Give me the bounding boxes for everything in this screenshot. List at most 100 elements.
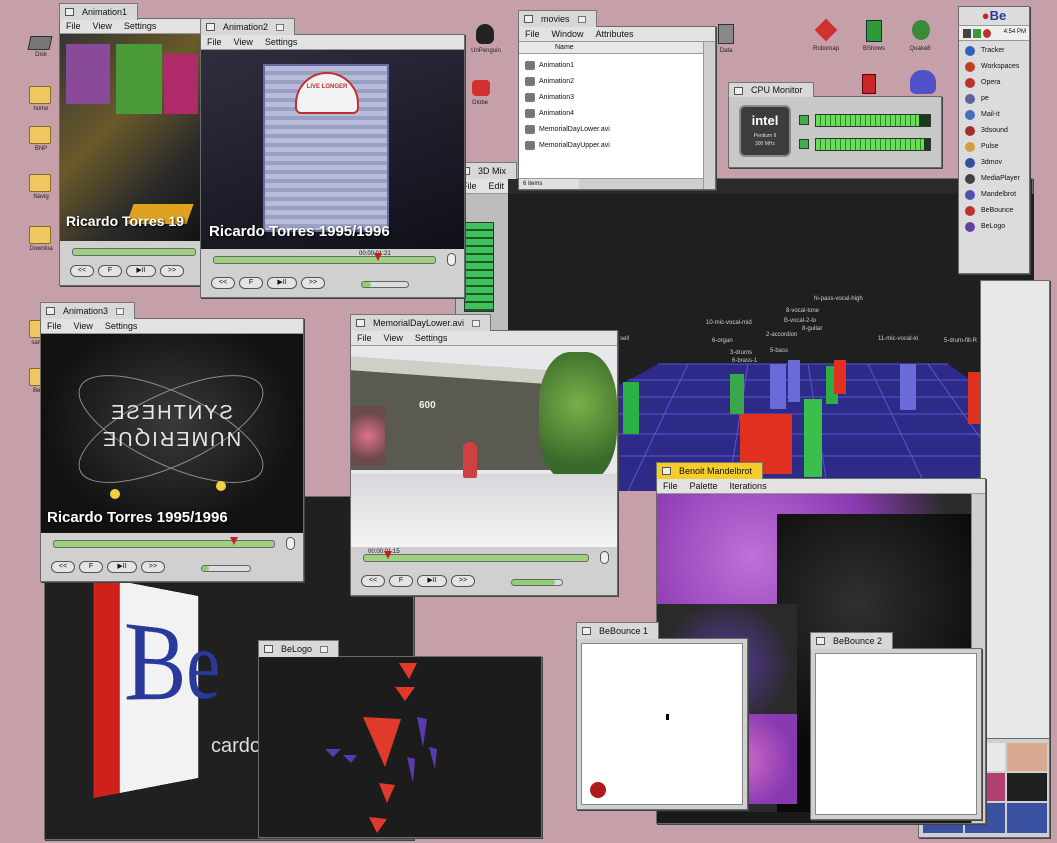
desktop-icon-downloads[interactable]: Downloa [23,224,59,260]
animation3-window[interactable]: Animation3 File View Settings SYNTHESE N… [40,318,304,582]
play-pause-button[interactable]: ▶II [417,575,447,587]
desktop-icon-bnp[interactable]: BNP [23,124,59,160]
belogo-window-tab[interactable]: BeLogo [258,640,339,657]
menu-settings[interactable]: Settings [124,19,157,33]
desktop-icon-robomap[interactable]: Robomap [806,20,846,60]
volume-slider[interactable] [361,281,409,288]
close-icon[interactable] [662,467,671,475]
animation2-window-tab[interactable]: Animation2 [200,18,295,35]
deskbar-item[interactable]: Mandelbrot [959,187,1029,203]
frame-button[interactable]: F [389,575,413,587]
play-pause-button[interactable]: ▶II [126,265,156,277]
level-meter[interactable] [464,222,494,312]
fast-forward-button[interactable]: >> [451,575,475,587]
fast-forward-button[interactable]: >> [141,561,165,573]
frame-button[interactable]: F [98,265,122,277]
workspace-cell[interactable] [1007,743,1047,771]
menu-view[interactable]: View [93,19,112,33]
animation3-window-tab[interactable]: Animation3 [40,302,135,319]
menu-file[interactable]: File [207,35,222,49]
bebounce1-window[interactable]: BeBounce 1 [576,638,748,810]
deskbar-item[interactable]: BeLogo [959,219,1029,235]
menu-iterations[interactable]: Iterations [730,479,767,493]
desktop-icon-disk[interactable]: Disk [23,34,59,70]
deskbar-item[interactable]: BeBounce [959,203,1029,219]
close-icon[interactable] [816,637,825,645]
bebounce2-window-tab[interactable]: BeBounce 2 [810,632,893,649]
play-pause-button[interactable]: ▶II [267,277,297,289]
deskbar[interactable]: ●Be 4:54 PM Tracker Workspaces Opera pe … [958,6,1030,274]
deskbar-item[interactable]: pe [959,91,1029,107]
close-icon[interactable] [46,307,55,315]
progress-bar[interactable] [72,248,196,256]
deskbar-item[interactable]: Workspaces [959,59,1029,75]
menu-file[interactable]: File [357,331,372,345]
tray-icon[interactable] [983,29,991,38]
bounce-area[interactable] [581,643,743,805]
column-header[interactable]: Name [519,42,715,54]
desktop-icon-quake[interactable]: Quake8 [900,20,940,60]
close-icon[interactable] [206,23,215,31]
cpu-toggle[interactable] [799,115,809,125]
menu-file[interactable]: File [66,19,81,33]
workspace-cell[interactable] [1007,773,1047,801]
list-item[interactable]: MemorialDayUpper.avi [519,138,715,154]
memorial-day-window-tab[interactable]: MemorialDayLower.avi [350,314,491,331]
menu-file[interactable]: File [663,479,678,493]
menu-settings[interactable]: Settings [265,35,298,49]
close-icon[interactable] [734,87,743,95]
fast-forward-button[interactable]: >> [160,265,184,277]
zoom-icon[interactable] [116,308,124,315]
volume-slider[interactable] [511,579,563,586]
belogo-window[interactable]: BeLogo [258,656,542,838]
menu-file[interactable]: File [47,319,62,333]
zoom-icon[interactable] [276,24,284,31]
vertical-scrollbar[interactable] [703,42,715,189]
deskbar-item[interactable]: 3dmov [959,155,1029,171]
desktop-icon-unpenguin[interactable]: UnPenguin [466,24,506,64]
loop-toggle[interactable] [447,253,456,266]
list-item[interactable]: Animation3 [519,90,715,106]
desktop-icon-navig[interactable]: Navig [23,172,59,208]
cpu-monitor-window[interactable]: CPU Monitor intel Pentium II 300 MHz [728,96,942,168]
animation1-window[interactable]: Animation1 File View Settings Ricardo To… [59,18,207,286]
deskbar-item[interactable]: Mail-it [959,107,1029,123]
movies-window-tab[interactable]: movies [518,10,597,27]
menu-view[interactable]: View [74,319,93,333]
tray-icon[interactable] [973,29,981,38]
menu-window[interactable]: Window [552,27,584,41]
deskbar-item[interactable]: MediaPlayer [959,171,1029,187]
progress-bar[interactable]: 00:00:01:21 [213,256,436,264]
menu-settings[interactable]: Settings [105,319,138,333]
progress-bar[interactable] [53,540,275,548]
desktop-icon-bshows[interactable]: BShows [854,20,894,60]
zoom-icon[interactable] [472,320,480,327]
close-icon[interactable] [524,15,533,23]
rewind-button[interactable]: << [51,561,75,573]
close-icon[interactable] [356,319,365,327]
list-item[interactable]: Animation1 [519,58,715,74]
be-menu-button[interactable]: ●Be [959,7,1029,25]
deskbar-item[interactable]: Pulse [959,139,1029,155]
memorial-day-window[interactable]: MemorialDayLower.avi File View Settings … [350,330,618,596]
bounce-area[interactable] [815,653,977,815]
animation2-window[interactable]: Animation2 File View Settings LIVE LONGE… [200,34,465,298]
cpu-monitor-window-tab[interactable]: CPU Monitor [728,82,814,97]
frame-button[interactable]: F [239,277,263,289]
bounce-ball[interactable] [590,782,606,798]
playhead-marker[interactable] [374,253,382,261]
deskbar-item[interactable]: Tracker [959,43,1029,59]
menu-settings[interactable]: Settings [415,331,448,345]
playhead-marker[interactable] [384,551,392,559]
menu-edit[interactable]: Edit [489,179,505,193]
playhead-marker[interactable] [230,537,238,545]
workspace-cell[interactable] [1007,803,1047,833]
loop-toggle[interactable] [286,537,295,550]
volume-slider[interactable] [201,565,251,572]
eyes-icon[interactable] [910,70,936,94]
list-item[interactable]: Animation2 [519,74,715,90]
horizontal-scrollbar[interactable] [579,178,703,189]
desktop-icon-globe[interactable]: Globe [462,80,502,120]
play-pause-button[interactable]: ▶II [107,561,137,573]
close-icon[interactable] [65,8,74,16]
